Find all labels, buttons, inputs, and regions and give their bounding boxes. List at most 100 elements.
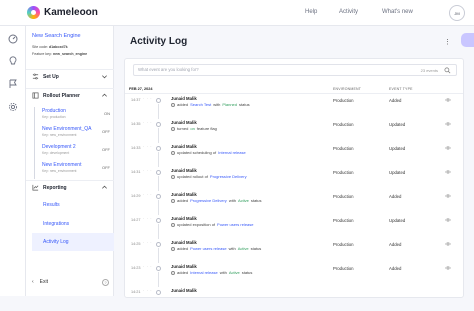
eye-icon[interactable] [445,145,451,151]
env-development-2[interactable]: Development 2 Key: development OFF [32,143,110,161]
top-bar: Kameleoon Help Activity What's new JM [0,0,474,26]
event-description: added Power users release with Active status [171,246,261,251]
event-environment: Production [333,218,354,223]
status-text: Active [237,198,249,203]
event-environment: Production [333,242,354,247]
chevron-down-icon [102,75,107,79]
timeline-node [156,242,161,247]
activity-row[interactable]: 14:37 · · · Junaid Malik added Search Test wi… [125,95,463,119]
env-name: New Environment_QA [42,126,92,132]
eye-icon[interactable] [445,193,451,199]
section-reporting[interactable]: Reporting [26,180,114,194]
env-state: OFF [102,129,110,134]
chevron-left-icon: ‹ [32,279,34,285]
event-type: Added [389,98,402,103]
event-link[interactable]: Search Test [190,102,211,107]
status-text: Planned [222,102,237,107]
more-options-icon[interactable]: ⋮ [444,38,451,46]
event-time: 14:21 [131,290,141,294]
activity-row[interactable]: 14:35 · · · Junaid Malik turned on feature fl… [125,119,463,143]
section-setup[interactable]: Set Up [26,69,114,83]
eye-icon[interactable] [445,241,451,247]
activity-row[interactable]: 14:27 · · · Junaid Malik updated exposition… [125,215,463,239]
timeline-node [156,122,161,127]
eye-icon[interactable] [445,265,451,271]
timeline-line [158,200,159,215]
event-icon [171,270,175,275]
drag-handle-icon: · · · [143,144,153,149]
env-production[interactable]: Production Key: production ON [32,107,110,125]
column-environment: Environment [333,87,362,91]
event-link[interactable]: Power users release [190,246,226,251]
event-description: added Progressive Delivery with Active statu… [171,198,262,203]
nav-results[interactable]: Results [32,196,114,214]
timeline-line [158,272,159,287]
event-description: updated exposition of Power users release [171,222,254,227]
env-state: ON [104,111,110,116]
section-rollout-planner[interactable]: Rollout Planner [26,88,114,102]
event-icon [171,102,175,107]
event-time: 14:35 [131,122,141,126]
activity-row[interactable]: 14:31 · · · Junaid Malik updated rollout of… [125,167,463,191]
event-user: Junaid Malik [171,168,197,173]
event-link[interactable]: Progressive Delivery [210,174,247,179]
event-description: added Search Test with Planned status [171,102,250,107]
feature-key: Feature key: new_search_engine [32,52,88,56]
event-link[interactable]: Internal release [218,150,246,155]
env-key: Key: production [42,115,66,119]
env-key: Key: development [42,151,70,155]
event-type: Updated [389,218,406,223]
event-icon [171,222,175,227]
event-environment: Production [333,194,354,199]
event-environment: Production [333,98,354,103]
activity-row[interactable]: 14:23 · · · Junaid Malik added Internal rele… [125,263,463,287]
event-environment: Production [333,146,354,151]
idea-icon[interactable] [8,56,18,66]
activity-row[interactable]: 14:25 · · · Junaid Malik added Power users r… [125,239,463,263]
avatar[interactable]: JM [449,5,465,21]
eye-icon[interactable] [445,121,451,127]
search-icon[interactable] [444,67,451,74]
drag-handle-icon: · · · [143,264,153,269]
page-title: Activity Log [130,36,188,47]
exit-button[interactable]: ‹ Exit [32,279,48,285]
header-divider [125,93,463,94]
kameleoon-logo[interactable]: Kameleoon [27,6,98,19]
chevron-up-icon [102,93,107,97]
event-time: 14:37 [131,98,141,102]
nav-activity[interactable]: Activity [339,9,358,15]
event-environment: Production [333,170,354,175]
event-description: updated scheduling of Internal release [171,150,246,155]
nav-integrations[interactable]: Integrations [32,215,114,233]
dashboard-icon[interactable] [8,34,18,44]
activity-row[interactable]: 14:33 · · · Junaid Malik updated scheduling… [125,143,463,167]
timeline-line [158,152,159,167]
timeline-node [156,218,161,223]
flag-icon[interactable] [8,79,18,89]
timeline-node [156,290,161,295]
eye-icon[interactable] [445,217,451,223]
env-new-environment-qa[interactable]: New Environment_QA Key: new_environment … [32,125,110,143]
env-new-environment[interactable]: New Environment Key: new_environment OFF [32,161,110,179]
search-input[interactable] [138,67,388,72]
activity-row[interactable]: 14:29 · · · Junaid Malik added Progressive D… [125,191,463,215]
nav-whats-new[interactable]: What's new [382,9,413,15]
event-link[interactable]: Progressive Delivery [190,198,227,203]
event-type: Added [389,266,402,271]
eye-icon[interactable] [445,169,451,175]
env-connector [34,107,35,125]
event-link[interactable]: Internal release [190,270,218,275]
timeline-line [158,176,159,191]
nav-activity-log[interactable]: Activity Log [32,233,114,251]
help-icon[interactable]: ? [102,279,109,286]
timeline-node [156,266,161,271]
env-connector [34,143,35,161]
eye-icon[interactable] [445,97,451,103]
status-text: on [190,126,195,131]
activity-row[interactable]: 14:21 · · · Junaid Malik [125,287,463,311]
gear-icon[interactable] [8,102,18,112]
side-action-button[interactable] [461,33,474,47]
event-environment: Production [333,122,354,127]
event-link[interactable]: Power users release [217,222,253,227]
nav-help[interactable]: Help [305,9,317,15]
